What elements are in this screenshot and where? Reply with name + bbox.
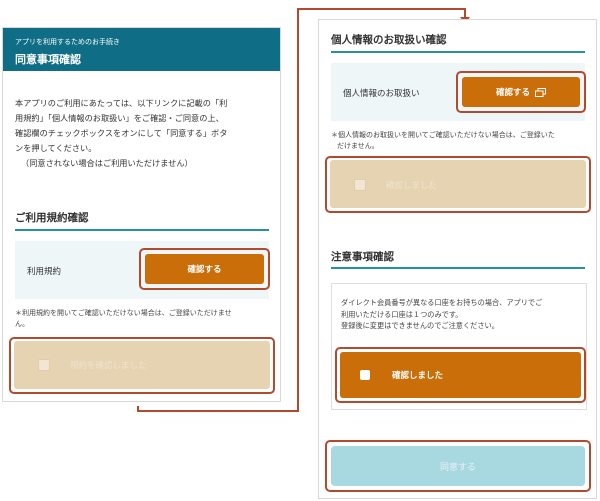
section-underline bbox=[331, 51, 585, 53]
external-window-icon bbox=[535, 87, 546, 97]
section-underline bbox=[331, 267, 585, 269]
consent-panel-right: 個人情報のお取扱い確認 個人情報のお取扱い 確認する ＊個人情報のお取扱いを開い… bbox=[318, 19, 597, 499]
intro-text: 本アプリのご利用にあたっては、以下リンクに記載の「利 用規約」「個人情報のお取扱… bbox=[15, 98, 228, 168]
app-header: アプリを利用するためのお手続き 同意事項確認 bbox=[3, 28, 280, 71]
header-subtitle: アプリを利用するためのお手続き bbox=[15, 38, 120, 46]
consent-panel-left: アプリを利用するためのお手続き 同意事項確認 本アプリのご利用にあたっては、以下… bbox=[2, 27, 281, 402]
checkbox-box[interactable] bbox=[354, 179, 366, 191]
checkbox-box[interactable] bbox=[360, 370, 370, 380]
terms-section-title: ご利用規約確認 bbox=[15, 212, 89, 224]
privacy-section-title: 個人情報のお取扱い確認 bbox=[331, 34, 447, 46]
agree-button[interactable]: 同意する bbox=[331, 446, 585, 486]
checkbox-label: 確認しました bbox=[386, 181, 438, 191]
checkbox-label: 確認しました bbox=[392, 371, 444, 381]
checkbox-label: 規約を確認しました bbox=[70, 361, 147, 371]
section-underline bbox=[15, 229, 269, 231]
checkbox-box[interactable] bbox=[38, 359, 50, 371]
terms-note: ＊利用規約を開いてご確認いただけない場合は、ご登録いただけませ ん。 bbox=[15, 309, 232, 328]
privacy-confirm-button[interactable]: 確認する bbox=[462, 77, 580, 107]
privacy-note: ＊個人情報のお取扱いを開いてご確認いただけない場合は、ご登録いた だけません。 bbox=[331, 131, 555, 150]
terms-label: 利用規約 bbox=[27, 267, 62, 277]
privacy-confirmed-checkbox[interactable]: 確認しました bbox=[330, 160, 586, 208]
terms-confirm-button[interactable]: 確認する bbox=[145, 254, 264, 284]
caution-text: ダイレクト会員番号が異なる口座をお持ちの場合、アプリでご 利用いただける口座は１… bbox=[341, 298, 543, 330]
page-title: 同意事項確認 bbox=[15, 53, 81, 66]
terms-confirmed-checkbox[interactable]: 規約を確認しました bbox=[14, 341, 270, 389]
caution-confirmed-checkbox[interactable]: 確認しました bbox=[340, 352, 581, 398]
privacy-button-label: 確認する bbox=[495, 88, 530, 98]
privacy-label: 個人情報のお取扱い bbox=[343, 89, 420, 99]
caution-section-title: 注意事項確認 bbox=[331, 251, 394, 263]
